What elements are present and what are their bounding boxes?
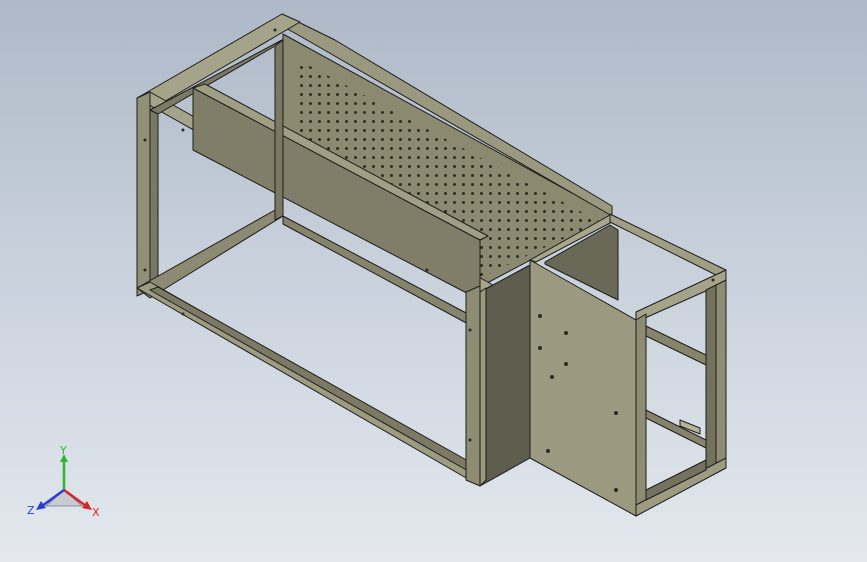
left-front-post — [136, 91, 151, 297]
left-post-face — [149, 109, 159, 291]
graphics-viewport[interactable]: Y X Z — [0, 0, 867, 562]
right-top-rail-back — [609, 213, 727, 281]
left-back-post — [274, 39, 284, 221]
coordinate-triad[interactable]: Y X Z — [22, 446, 106, 526]
right-back-post — [715, 279, 727, 471]
right-mid-rail — [645, 325, 707, 366]
middle-front-post — [465, 285, 481, 487]
left-end-bottom-rail — [136, 209, 284, 299]
right-bottom-rail — [635, 457, 727, 517]
bottom-rail-front-inner — [149, 286, 471, 473]
z-axis-label: Z — [27, 504, 35, 517]
right-front-post — [635, 313, 647, 517]
right-box-side-plate — [529, 259, 637, 517]
frame-assembly-model[interactable] — [0, 0, 867, 562]
x-axis-label: X — [92, 506, 100, 519]
middle-box-front — [479, 264, 531, 487]
y-axis-label: Y — [59, 446, 67, 457]
bottom-rail-front — [136, 281, 481, 487]
right-post-inner — [705, 284, 717, 475]
middle-box-edge — [479, 287, 487, 487]
